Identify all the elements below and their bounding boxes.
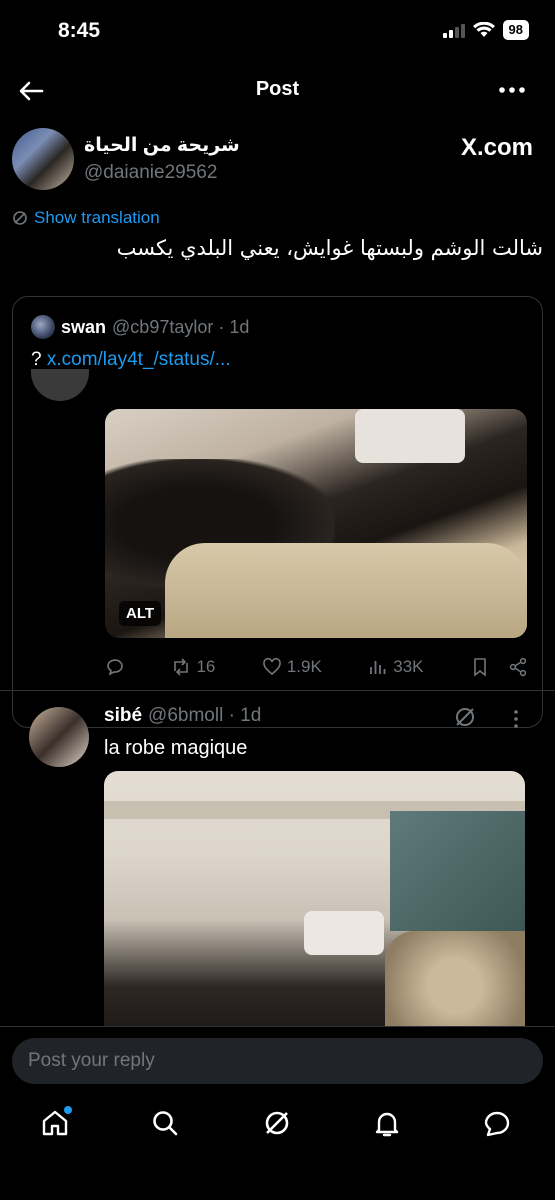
reply-composer: Post your reply [0, 1026, 555, 1096]
share-icon [509, 657, 527, 677]
notifications-icon [375, 1112, 399, 1137]
tab-search[interactable] [150, 1108, 184, 1142]
quote-question-mark: ? [31, 349, 42, 370]
bookmark-icon [474, 658, 486, 677]
quote-text: ? x.com/lay4t_/status/... [31, 349, 231, 371]
show-translation-button[interactable]: Show translation [12, 208, 160, 228]
author-name[interactable]: شريحة من الحياة [84, 134, 240, 157]
translate-icon [13, 211, 27, 225]
more-dots-icon[interactable] [497, 78, 527, 102]
post-text: شالت الوشم ولبستها غوايش، يعني البلدي يك… [116, 236, 543, 260]
author-handle[interactable]: @daianie29562 [84, 162, 217, 184]
reply-input[interactable]: Post your reply [12, 1038, 543, 1084]
share-button[interactable] [508, 657, 528, 677]
reply-header: sibé @6bmoll · 1d [104, 705, 261, 727]
bookmark-button[interactable] [470, 657, 490, 677]
avatar[interactable] [31, 315, 55, 339]
retweet-button[interactable]: 16 [171, 657, 215, 677]
views-icon [370, 661, 386, 674]
quote-media-image[interactable]: ALT [105, 409, 527, 638]
reply-button[interactable] [105, 657, 125, 677]
post-author: شريحة من الحياة @daianie29562 X.com [12, 128, 543, 192]
action-secondary [470, 657, 528, 677]
avatar[interactable] [29, 707, 89, 767]
avatar[interactable] [12, 128, 74, 190]
retweet-count: 16 [196, 657, 216, 676]
reply-post[interactable]: sibé @6bmoll · 1d la robe magique [0, 690, 555, 1041]
translate-label: Show translation [34, 208, 160, 227]
page-title: Post [255, 78, 300, 100]
status-icons: 98 [442, 20, 529, 40]
status-bar: 8:45 98 [0, 0, 555, 62]
x-com-logo: X.com [460, 134, 533, 161]
wifi-icon [472, 22, 495, 37]
reply-author-meta: @6bmoll · 1d [148, 705, 262, 726]
bottom-tab-bar [0, 1096, 555, 1200]
notification-dot [64, 1106, 72, 1114]
reply-text: la robe magique [104, 737, 248, 759]
like-count: 1.9K [286, 657, 322, 676]
tab-home[interactable] [40, 1106, 74, 1142]
tab-notifications[interactable] [372, 1108, 406, 1142]
reply-media-image[interactable] [104, 771, 525, 1041]
retweet-icon [174, 658, 189, 676]
top-nav: Post [0, 66, 555, 114]
status-time: 8:45 [58, 19, 101, 42]
action-bar: 16 1.9K 33K [105, 653, 528, 681]
views-count: 33K [393, 657, 424, 676]
signal-icon [442, 22, 465, 38]
like-button[interactable]: 1.9K [262, 657, 322, 677]
tab-grok[interactable] [262, 1108, 296, 1142]
quoted-post[interactable]: swan @cb97taylor · 1d ? x.com/lay4t_/sta… [12, 296, 543, 728]
reply-author-name[interactable]: sibé [104, 705, 142, 727]
more-dots-icon[interactable] [513, 709, 519, 729]
quote-link[interactable]: x.com/lay4t_/status/... [47, 349, 231, 370]
alt-badge[interactable]: ALT [119, 601, 162, 626]
battery-indicator: 98 [502, 20, 529, 40]
grok-icon [265, 1111, 289, 1135]
messages-icon [484, 1111, 510, 1137]
nested-avatar [31, 369, 89, 401]
heart-icon [263, 657, 281, 676]
reply-icon [107, 659, 123, 676]
quote-author-name[interactable]: swan [61, 317, 106, 338]
tab-messages[interactable] [482, 1108, 516, 1142]
views-button[interactable]: 33K [368, 657, 424, 677]
quote-header: swan @cb97taylor · 1d [31, 315, 249, 339]
search-icon [153, 1111, 178, 1136]
quote-author-meta: @cb97taylor · 1d [112, 316, 250, 337]
grok-icon[interactable] [453, 705, 477, 729]
